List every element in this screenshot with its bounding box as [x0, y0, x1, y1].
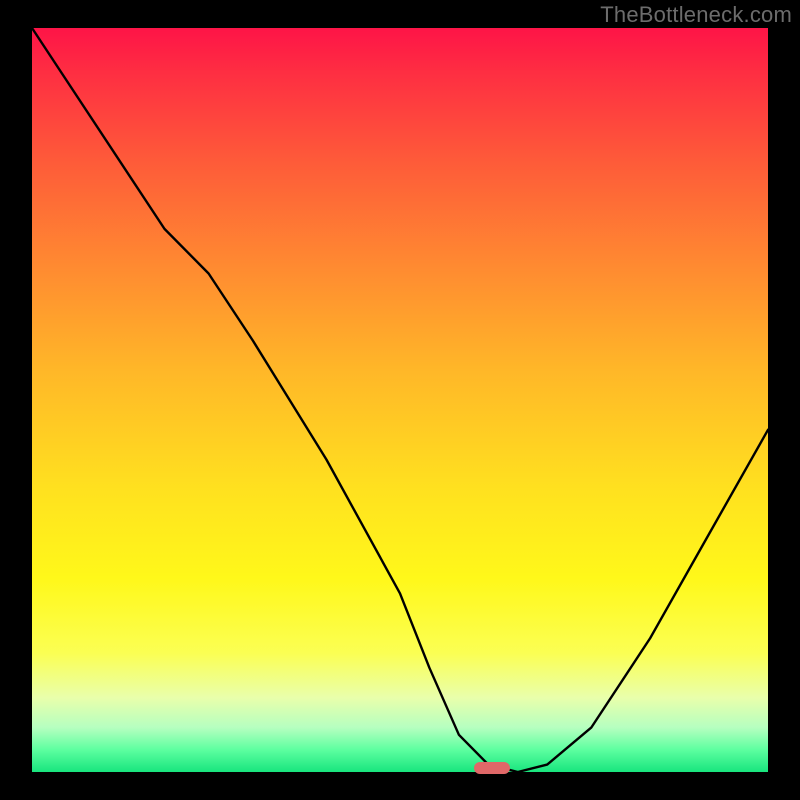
- optimal-point-marker: [474, 762, 511, 774]
- watermark-label: TheBottleneck.com: [600, 2, 792, 28]
- bottleneck-curve: [32, 28, 768, 772]
- chart-frame: TheBottleneck.com: [0, 0, 800, 800]
- curve-path: [32, 28, 768, 772]
- plot-area: [32, 28, 768, 772]
